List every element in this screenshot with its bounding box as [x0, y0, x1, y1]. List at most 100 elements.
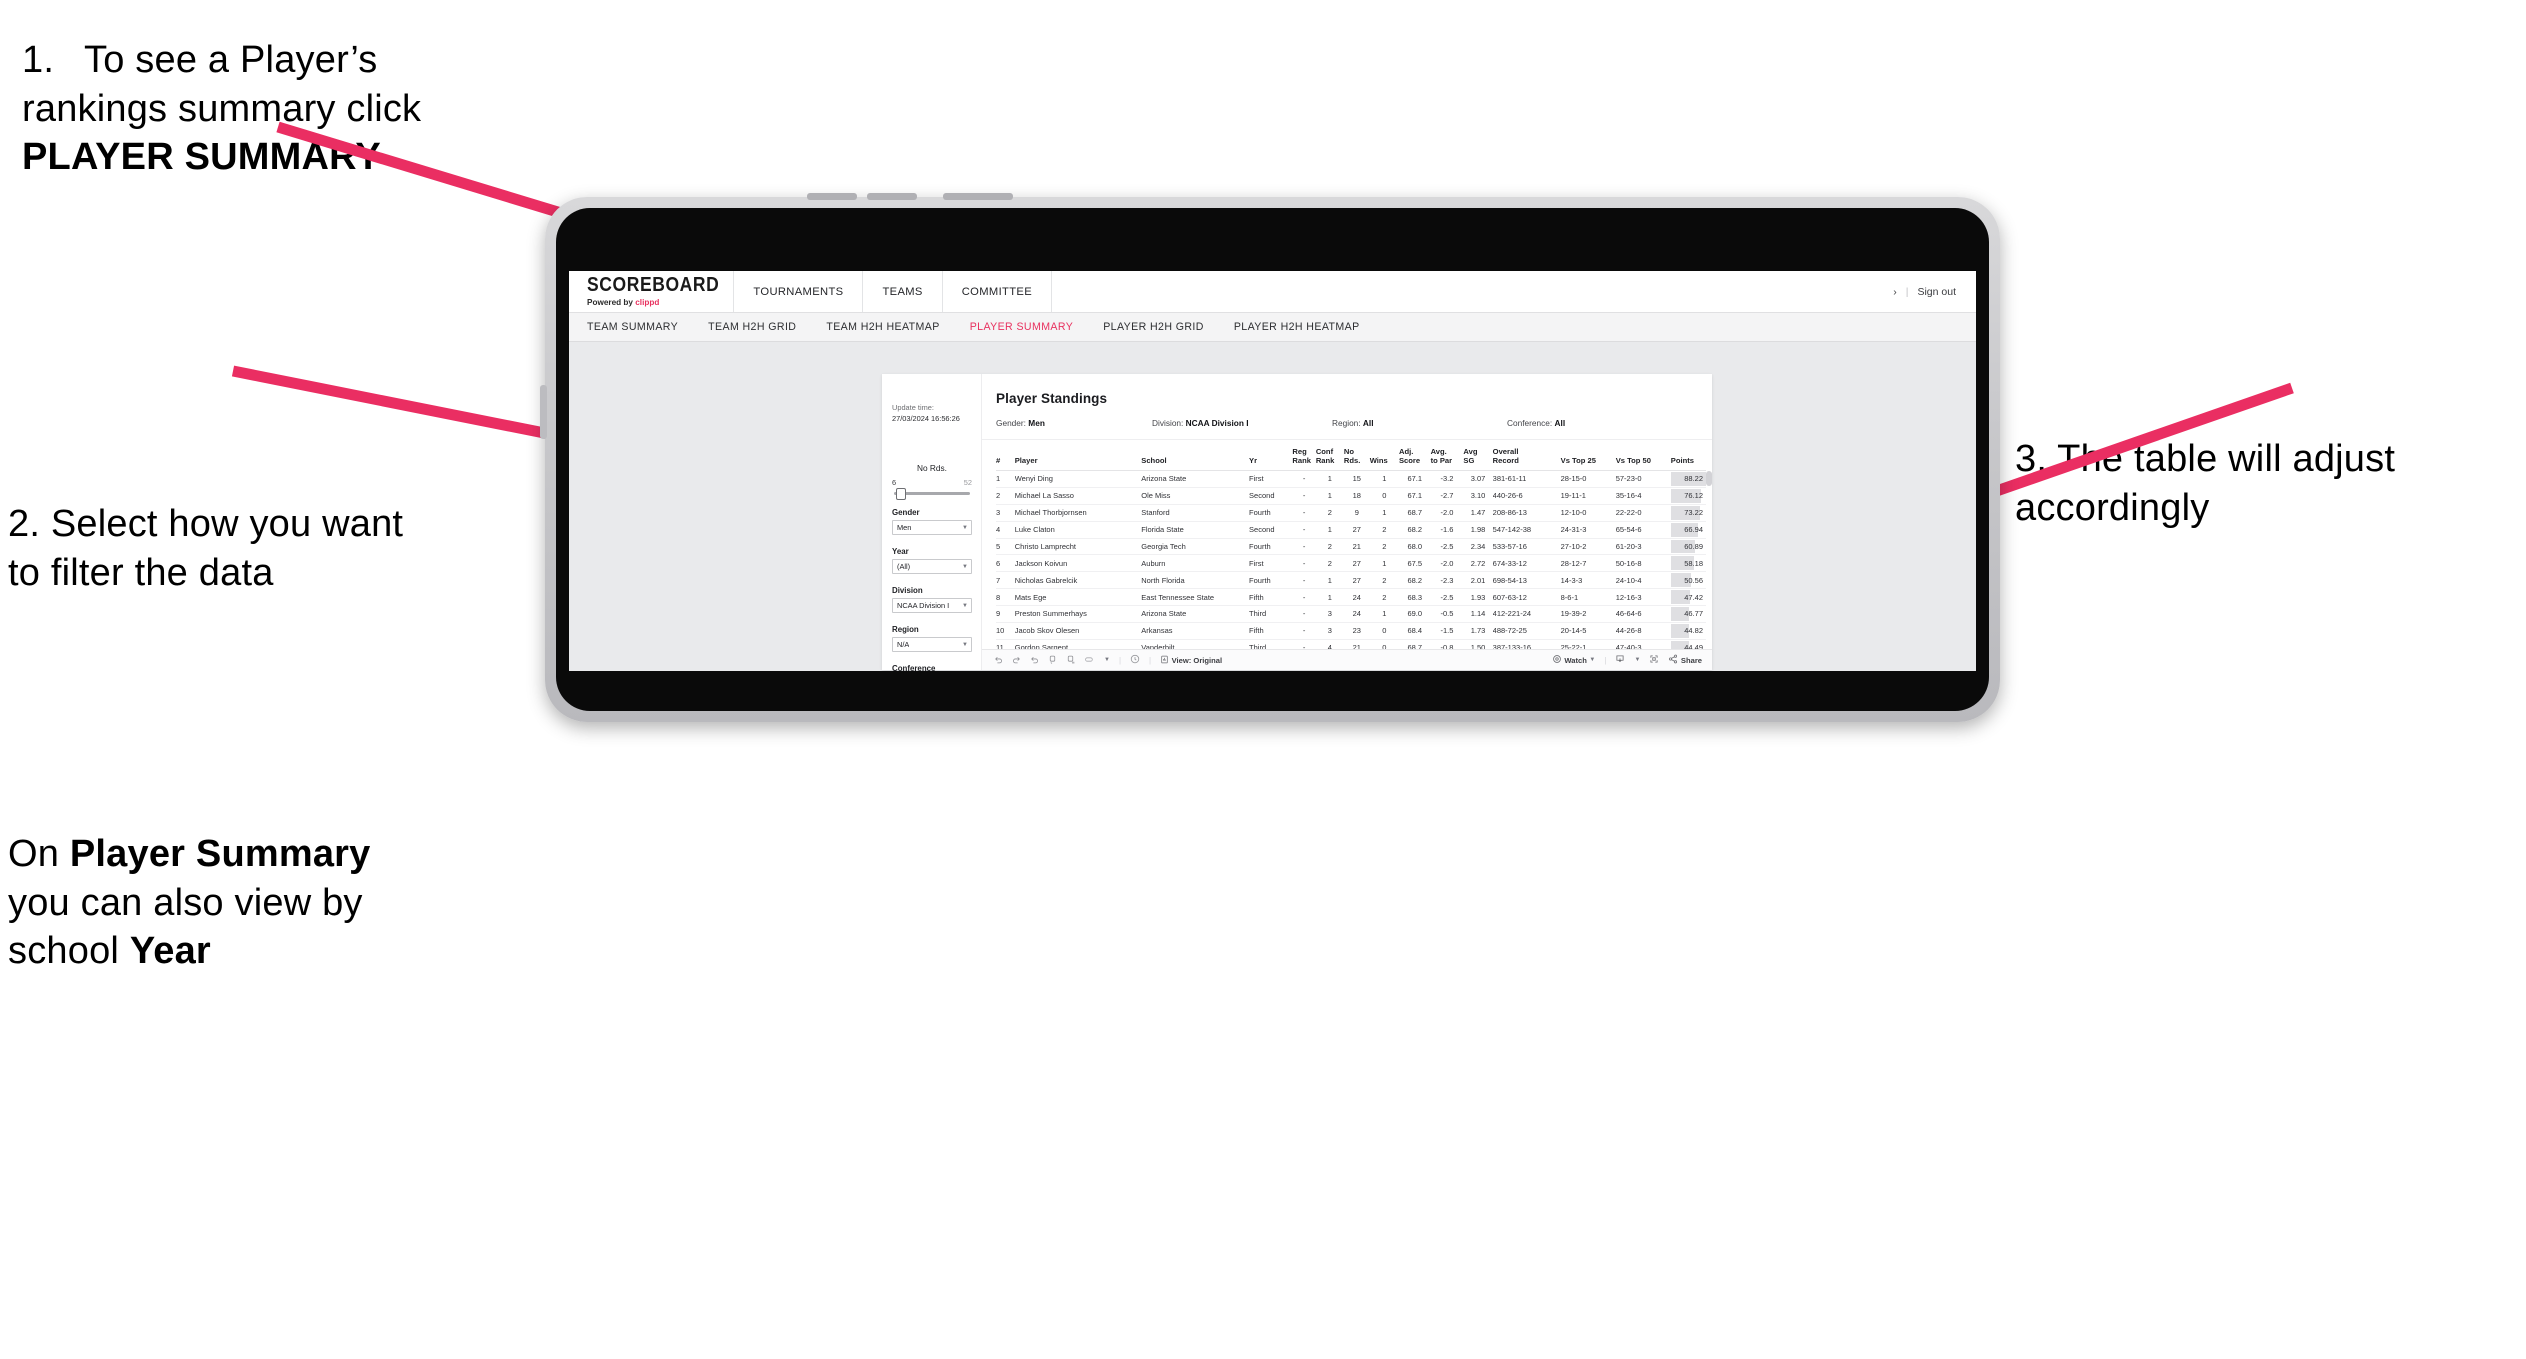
- cell-avg-to-par: -1.5: [1430, 622, 1464, 640]
- redo-icon[interactable]: [1012, 655, 1021, 666]
- table-row[interactable]: 6 Jackson Koivun Auburn First -2 27 1 67.5 -2.0 2…: [996, 554, 1706, 573]
- view-original-label: View: Original: [1171, 655, 1223, 665]
- filter-division-select[interactable]: NCAA Division I ▼: [892, 598, 972, 614]
- table-scrollbar[interactable]: [1706, 471, 1712, 649]
- cell-school: East Tennessee State: [1141, 588, 1250, 606]
- cell-avg-sg: 1.14: [1463, 605, 1493, 623]
- share-button[interactable]: Share: [1668, 654, 1702, 666]
- filter-region-select[interactable]: N/A ▼: [892, 637, 972, 653]
- filter-year-value: (All): [897, 562, 911, 572]
- tab-player-h2h-grid[interactable]: PLAYER H2H GRID: [1103, 321, 1204, 333]
- col-points[interactable]: Points: [1670, 440, 1706, 471]
- cell-overall-record: 607-63-12: [1492, 588, 1561, 606]
- panel-header: Player Standings Gender: Men Division: N…: [982, 374, 1712, 440]
- table-row[interactable]: 9 Preston Summerhays Arizona State Third -3 2…: [996, 605, 1706, 623]
- table-row[interactable]: 10 Jacob Skov Olesen Arkansas Fifth -3 23 0 68.…: [996, 622, 1706, 640]
- col-overall-record[interactable]: Overall Record: [1492, 440, 1561, 471]
- volume-down-button[interactable]: [867, 193, 917, 200]
- table-row[interactable]: 4 Luke Claton Florida State Second -1 27 2 68.2…: [996, 521, 1706, 539]
- chevron-down-icon[interactable]: ▼: [1634, 657, 1640, 663]
- cell-avg-sg: 1.47: [1463, 504, 1493, 522]
- table-row[interactable]: 3 Michael Thorbjornsen Stanford Fourth -2 9 1 6…: [996, 504, 1706, 522]
- fullscreen-icon[interactable]: [1649, 654, 1659, 666]
- cell-school: Florida State: [1141, 521, 1250, 539]
- cell-school: Vanderbilt: [1141, 639, 1250, 649]
- clippd-brand: clippd: [635, 298, 660, 308]
- cell-conf-rank: 2: [1315, 504, 1344, 522]
- watch-button[interactable]: Watch ▼: [1552, 654, 1595, 666]
- col-no-rds[interactable]: No Rds.: [1343, 440, 1370, 471]
- col-school[interactable]: School: [1141, 440, 1250, 471]
- col-wins[interactable]: Wins: [1369, 440, 1399, 471]
- side-button[interactable]: [540, 385, 547, 439]
- table-row[interactable]: 11 Gordon Sargent Vanderbilt Third -4 21 0 68.7…: [996, 639, 1706, 649]
- device-layout-icon[interactable]: [1084, 655, 1095, 666]
- sign-out-link[interactable]: Sign out: [1917, 286, 1956, 298]
- col-player[interactable]: Player: [1014, 440, 1142, 471]
- cell-overall-record: 533-57-16: [1492, 538, 1561, 556]
- filter-gender-select[interactable]: Men ▼: [892, 520, 972, 536]
- cell-yr: Fourth: [1249, 571, 1293, 590]
- no-rounds-slider-handle[interactable]: [896, 488, 906, 501]
- refresh-data-icon[interactable]: [1048, 655, 1057, 666]
- cell-conf-rank: 3: [1315, 605, 1344, 623]
- history-clock-icon[interactable]: [1130, 654, 1140, 666]
- filter-year-select[interactable]: (All) ▼: [892, 559, 972, 575]
- cell-vs-top25: 8-6-1: [1560, 588, 1616, 606]
- cell-wins: 2: [1369, 571, 1399, 590]
- share-label: Share: [1680, 655, 1702, 665]
- table-row[interactable]: 1 Wenyi Ding Arizona State First -1 15 1 67.1 -3…: [996, 470, 1706, 488]
- col-avg-sg[interactable]: Avg SG: [1463, 440, 1493, 471]
- toolbar-divider: |: [1149, 655, 1152, 665]
- table-row[interactable]: 7 Nicholas Gabrelcik North Florida Fourth -1…: [996, 571, 1706, 590]
- cell-vs-top50: 61-20-3: [1615, 538, 1671, 556]
- col-reg-rank[interactable]: Reg Rank: [1292, 440, 1316, 471]
- tablet-device: SCOREBOARD Powered by clippd TOURNAMENTS…: [540, 193, 2000, 722]
- user-icon[interactable]: ›: [1893, 286, 1897, 298]
- cell-no-rds: 15: [1343, 470, 1370, 488]
- cell-vs-top50: 35-16-4: [1615, 487, 1671, 505]
- col-rank[interactable]: #: [996, 440, 1015, 471]
- table-row[interactable]: 2 Michael La Sasso Ole Miss Second -1 18 0 67.1…: [996, 487, 1706, 505]
- powered-by-text: Powered by: [587, 298, 636, 308]
- tab-player-summary[interactable]: PLAYER SUMMARY: [970, 321, 1074, 333]
- cell-wins: 0: [1369, 639, 1399, 649]
- revert-icon[interactable]: [1030, 655, 1039, 666]
- brand-logo[interactable]: SCOREBOARD Powered by clippd: [569, 271, 733, 312]
- cell-num: 5: [996, 538, 1015, 556]
- points-value: 47.42: [1684, 592, 1703, 602]
- undo-icon[interactable]: [994, 655, 1003, 666]
- col-avg-to-par[interactable]: Avg. to Par: [1430, 440, 1464, 471]
- cell-avg-to-par: -1.6: [1430, 521, 1464, 539]
- cell-reg-rank: -: [1292, 588, 1316, 606]
- tab-team-h2h-heatmap[interactable]: TEAM H2H HEATMAP: [826, 321, 939, 333]
- table-row[interactable]: 5 Christo Lamprecht Georgia Tech Fourth -2 21…: [996, 538, 1706, 556]
- nav-item-teams[interactable]: TEAMS: [862, 271, 941, 312]
- col-conf-rank[interactable]: Conf Rank: [1315, 440, 1344, 471]
- nav-item-committee[interactable]: COMMITTEE: [941, 271, 1051, 312]
- points-value: 46.77: [1684, 609, 1703, 619]
- col-vs-top-50[interactable]: Vs Top 50: [1615, 440, 1671, 471]
- col-adj-score[interactable]: Adj. Score: [1398, 440, 1431, 471]
- col-yr[interactable]: Yr: [1249, 440, 1293, 471]
- download-icon[interactable]: [1615, 654, 1625, 666]
- power-button[interactable]: [943, 193, 1013, 200]
- volume-up-button[interactable]: [807, 193, 857, 200]
- tab-player-h2h-heatmap[interactable]: PLAYER H2H HEATMAP: [1234, 321, 1360, 333]
- points-value: 88.22: [1684, 474, 1703, 484]
- tab-team-summary[interactable]: TEAM SUMMARY: [587, 321, 678, 333]
- cell-vs-top25: 12-10-0: [1560, 504, 1616, 522]
- cell-avg-sg: 1.73: [1463, 622, 1493, 640]
- table-row[interactable]: 8 Mats Ege East Tennessee State Fifth -1 24 2 6…: [996, 588, 1706, 606]
- chevron-down-icon: ▼: [962, 524, 968, 531]
- pause-refresh-icon[interactable]: [1066, 655, 1075, 666]
- cell-adj-score: 68.4: [1398, 622, 1431, 640]
- nav-item-tournaments[interactable]: TOURNAMENTS: [733, 271, 862, 312]
- col-vs-top-25[interactable]: Vs Top 25: [1560, 440, 1616, 471]
- no-rounds-slider-track[interactable]: [894, 488, 970, 501]
- chevron-down-icon[interactable]: ▼: [1104, 657, 1110, 663]
- table-scrollbar-thumb[interactable]: [1706, 471, 1712, 486]
- view-original-button[interactable]: View: Original: [1160, 655, 1222, 666]
- tab-team-h2h-grid[interactable]: TEAM H2H GRID: [708, 321, 796, 333]
- cell-no-rds: 9: [1343, 504, 1370, 522]
